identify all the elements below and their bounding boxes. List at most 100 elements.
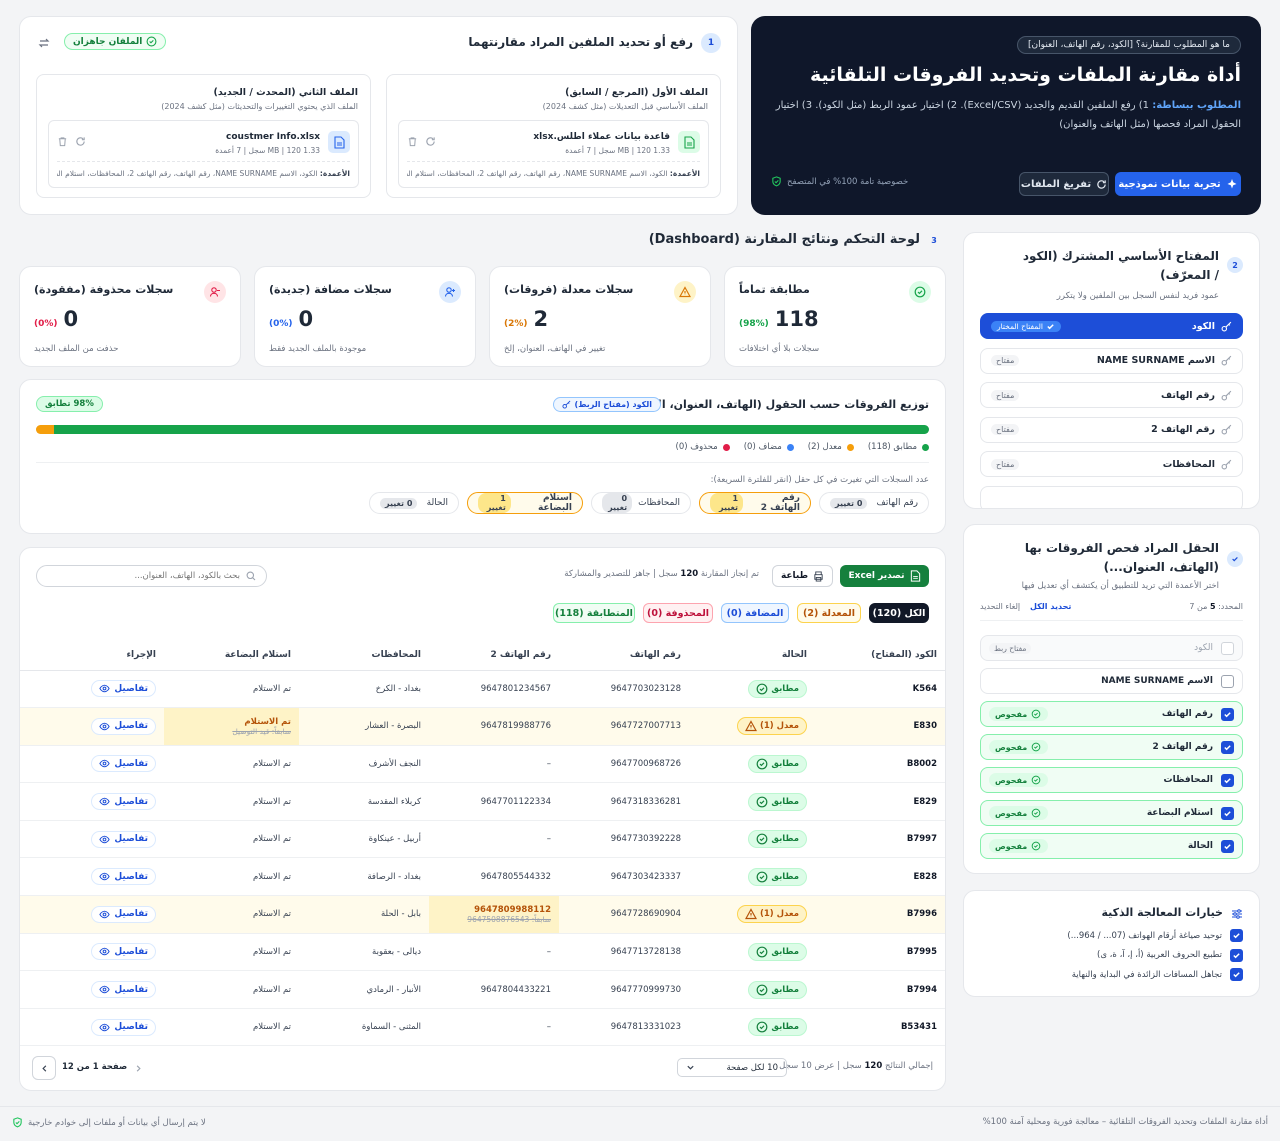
dashboard-title: لوحة التحكم ونتائج المقارنة (Dashboard) bbox=[648, 232, 920, 247]
details-button[interactable]: تفاصيل bbox=[91, 943, 156, 961]
table-row[interactable]: K564 مطابق 9647703023128 9647801234567 بغداد… bbox=[20, 670, 945, 709]
option-item[interactable]: تطبيع الحروف العربية (أ، إ، آ، ة، ى) bbox=[1097, 948, 1243, 962]
checkbox[interactable] bbox=[1230, 929, 1243, 942]
column-header[interactable]: الكود (المفتاح) bbox=[815, 640, 945, 671]
field-option[interactable]: استلام البضاعة مفحوص bbox=[980, 800, 1243, 826]
column-header[interactable]: استلام البضاعة bbox=[164, 640, 299, 671]
cell-phone: 9647318336281 bbox=[559, 782, 689, 821]
search-field[interactable] bbox=[36, 565, 267, 587]
details-button[interactable]: تفاصيل bbox=[91, 793, 156, 811]
swap-icon[interactable] bbox=[38, 37, 50, 49]
field-filter-chip[interactable]: المحافظات 0 تغيير bbox=[591, 492, 691, 514]
refresh-file-icon[interactable] bbox=[75, 136, 86, 147]
checked-badge: مفحوص bbox=[989, 707, 1049, 721]
table-row[interactable]: E828 مطابق 9647303423337 9647805544332 بغداد… bbox=[20, 857, 945, 897]
column-header[interactable]: المحافظات bbox=[299, 640, 429, 671]
checkbox[interactable] bbox=[1221, 740, 1234, 754]
details-button[interactable]: تفاصيل bbox=[91, 830, 156, 848]
shield-check-icon bbox=[772, 176, 781, 187]
details-button[interactable]: تفاصيل bbox=[91, 868, 156, 886]
warning-icon bbox=[744, 720, 757, 732]
key-option[interactable]: رقم الهاتف مفتاح bbox=[980, 382, 1243, 408]
details-button[interactable]: تفاصيل bbox=[91, 717, 156, 735]
print-button[interactable]: طباعة bbox=[772, 565, 833, 587]
status-badge: مطابق bbox=[748, 830, 807, 849]
key-option[interactable]: الكود المفتاح المختار bbox=[980, 313, 1243, 339]
cell-code: E829 bbox=[815, 782, 945, 821]
selected-key-badge: المفتاح المختار bbox=[991, 320, 1061, 332]
table-row[interactable]: E829 مطابق 9647318336281 9647701122334 كربلا… bbox=[20, 782, 945, 821]
table-row[interactable]: B7997 مطابق 9647730392228– أربيل - عينكاوة ت… bbox=[20, 820, 945, 859]
demo-data-button[interactable]: تجربة بيانات نموذجية bbox=[1115, 172, 1241, 196]
clear-files-button[interactable]: تفريغ الملفات bbox=[1019, 172, 1109, 196]
field-filter-chip[interactable]: رقم الهاتف 2 1 تغيير bbox=[699, 492, 811, 514]
details-button[interactable]: تفاصيل bbox=[91, 680, 156, 698]
legend-item: مطابق (118) bbox=[868, 442, 929, 452]
field-option[interactable]: المحافظات مفحوص bbox=[980, 767, 1243, 793]
checkbox[interactable] bbox=[1221, 773, 1234, 787]
filter-tab[interactable]: المحذوفة (0) bbox=[643, 603, 713, 623]
prev-page-button[interactable] bbox=[32, 1056, 56, 1080]
filter-tab[interactable]: المتطابقة (118) bbox=[553, 603, 635, 623]
checkbox[interactable] bbox=[1230, 948, 1243, 962]
cell-code: E828 bbox=[815, 857, 945, 897]
field-option[interactable]: الاسم NAME SURNAME bbox=[980, 668, 1243, 694]
column-header[interactable]: الحالة bbox=[689, 640, 815, 671]
key-option[interactable] bbox=[980, 485, 1243, 508]
column-header[interactable]: الإجراء bbox=[20, 640, 164, 671]
trash-icon[interactable] bbox=[407, 136, 418, 147]
eye-icon bbox=[99, 796, 111, 807]
export-excel-button[interactable]: تصدير Excel bbox=[840, 565, 929, 587]
checkbox[interactable] bbox=[1221, 839, 1234, 853]
checked-badge: مفحوص bbox=[989, 839, 1049, 853]
checkbox[interactable] bbox=[1221, 674, 1234, 688]
cell-receipt: تم الاستلام سابقاً: قيد التوصيل bbox=[164, 707, 299, 746]
table-row[interactable]: B8002 مطابق 9647700968726– النجف الأشرف تم ا… bbox=[20, 745, 945, 784]
key-badge: الكود (مفتاح الربط) bbox=[552, 397, 661, 412]
select-all-link[interactable]: تحديد الكل bbox=[1030, 602, 1071, 611]
key-option[interactable]: رقم الهاتف 2 مفتاح bbox=[980, 416, 1243, 443]
details-button[interactable]: تفاصيل bbox=[91, 981, 156, 999]
details-button[interactable]: تفاصيل bbox=[91, 1018, 156, 1036]
checkbox[interactable] bbox=[1221, 806, 1234, 820]
option-item[interactable]: تجاهل المسافات الزائدة في البداية والنها… bbox=[1072, 968, 1243, 981]
cell-action: تفاصيل bbox=[20, 670, 164, 709]
filter-tab[interactable]: الكل (120) bbox=[869, 603, 929, 623]
refresh-file-icon[interactable] bbox=[425, 136, 436, 147]
per-page-select[interactable]: 10 لكل صفحة bbox=[677, 1058, 787, 1077]
table-row[interactable]: B7996 معدل (1) 9647728690904 9647809988112 س… bbox=[20, 895, 945, 934]
field-option[interactable]: رقم الهاتف 2 مفحوص bbox=[980, 734, 1243, 760]
clear-selection-link[interactable]: إلغاء التحديد bbox=[980, 602, 1020, 611]
search-input[interactable] bbox=[60, 571, 240, 581]
table-row[interactable]: B7994 مطابق 9647770999730 9647804433221 الأن… bbox=[20, 970, 945, 1009]
column-header[interactable]: رقم الهاتف 2 bbox=[429, 640, 559, 671]
checkbox[interactable] bbox=[1221, 707, 1234, 721]
field-option[interactable]: رقم الهاتف مفحوص bbox=[980, 701, 1243, 727]
field-option[interactable]: الحالة مفحوص bbox=[980, 833, 1243, 859]
key-option[interactable]: المحافظات مفتاح bbox=[980, 451, 1243, 477]
field-filter-chip[interactable]: الحالة 0 تغيير bbox=[369, 492, 459, 514]
field-option[interactable]: الكود مفتاح ربط bbox=[980, 635, 1243, 661]
field-option-label: الاسم NAME SURNAME bbox=[1101, 674, 1234, 688]
filter-tab[interactable]: المعدلة (2) bbox=[797, 603, 861, 623]
cell-status: مطابق bbox=[689, 782, 815, 821]
option-item[interactable]: توحيد صياغة أرقام الهواتف (07... / 964..… bbox=[1067, 929, 1243, 942]
field-filter-chip[interactable]: رقم الهاتف 0 تغيير bbox=[819, 492, 929, 514]
table-row[interactable]: B53431 مطابق 9647813331023– المثنى - السماو… bbox=[20, 1008, 945, 1047]
details-button[interactable]: تفاصيل bbox=[91, 905, 156, 923]
details-button[interactable]: تفاصيل bbox=[91, 755, 156, 773]
status-badge: مطابق bbox=[748, 792, 807, 811]
eye-icon bbox=[99, 984, 111, 995]
table-row[interactable]: E830 معدل (1) 9647727007713 9647819988776 ال… bbox=[20, 707, 945, 746]
key-option[interactable]: الاسم NAME SURNAME مفتاح bbox=[980, 347, 1243, 374]
checkbox[interactable] bbox=[1221, 641, 1234, 655]
next-page-button[interactable] bbox=[128, 1058, 148, 1078]
table-row[interactable]: B7995 مطابق 9647713728138– ديالى - بعقوبة تم… bbox=[20, 933, 945, 972]
filter-tab[interactable]: المضافة (0) bbox=[721, 603, 789, 623]
field-filter-chip[interactable]: استلام البضاعة 1 تغيير bbox=[467, 492, 583, 514]
checkbox[interactable] bbox=[1230, 968, 1243, 981]
cell-phone2: 9647804433221 bbox=[429, 970, 559, 1009]
column-header[interactable]: رقم الهاتف bbox=[559, 640, 689, 671]
trash-icon[interactable] bbox=[57, 136, 68, 147]
key-icon bbox=[1221, 424, 1232, 435]
